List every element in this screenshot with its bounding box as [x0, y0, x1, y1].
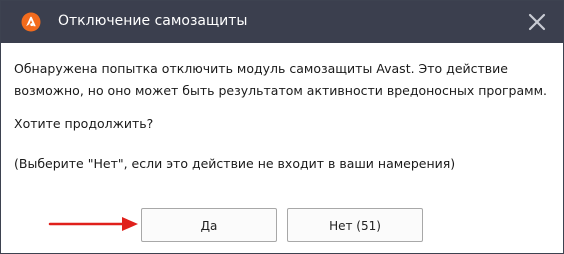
red-arrow-icon — [48, 217, 138, 231]
close-icon[interactable] — [527, 12, 547, 32]
message-line-1: Обнаружена попытка отключить модуль само… — [14, 61, 508, 76]
title-bar: Отключение самозащиты — [1, 1, 563, 43]
no-button[interactable]: Нет (51) — [287, 208, 423, 242]
avast-logo-icon — [21, 12, 41, 32]
window-title: Отключение самозащиты — [58, 13, 248, 29]
yes-button[interactable]: Да — [141, 208, 277, 242]
self-protection-dialog: Отключение самозащиты Обнаружена попытка… — [0, 0, 564, 254]
confirmation-question: Хотите продолжить? — [14, 116, 154, 131]
message-line-2: возможно, но оно может быть результатом … — [14, 83, 547, 98]
message-area: Обнаружена попытка отключить модуль само… — [14, 58, 550, 175]
hint-text: (Выберите "Нет", если это действие не вх… — [14, 156, 456, 171]
